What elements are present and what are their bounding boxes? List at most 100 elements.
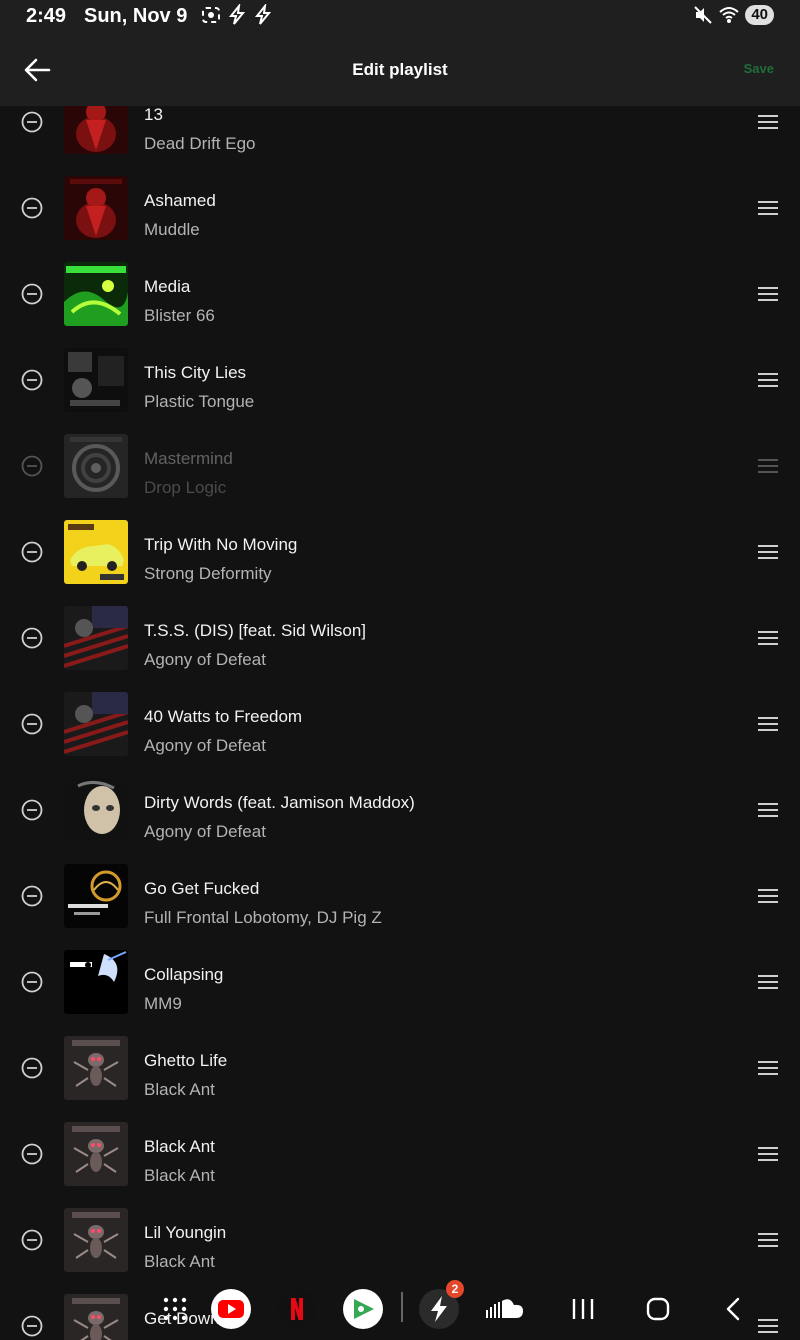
drag-handle-icon[interactable] — [758, 1146, 778, 1162]
remove-track-icon[interactable] — [21, 713, 43, 735]
netflix-icon[interactable] — [276, 1288, 318, 1330]
album-artwork — [64, 348, 128, 412]
recents-icon[interactable] — [570, 1298, 596, 1320]
app-drawer-icon[interactable] — [162, 1296, 188, 1322]
remove-track-icon[interactable] — [21, 1229, 43, 1251]
track-title: 13 — [144, 105, 163, 124]
bolt-icon — [228, 4, 246, 25]
notification-icons — [200, 4, 274, 26]
track-title: Collapsing — [144, 965, 224, 984]
spiral-icon — [64, 434, 128, 498]
youtube-icon[interactable] — [210, 1288, 252, 1330]
album-artwork — [64, 778, 128, 842]
dark-collage-icon — [64, 348, 128, 412]
track-title: Dirty Words (feat. Jamison Maddox) — [144, 793, 415, 812]
remove-track-icon[interactable] — [21, 799, 43, 821]
track-row[interactable]: T.S.S. (DIS) [feat. Sid Wilson] Agony of … — [0, 594, 800, 680]
track-title: Go Get Fucked — [144, 879, 260, 898]
remove-track-icon[interactable] — [21, 283, 43, 305]
drag-handle-icon[interactable] — [758, 802, 778, 818]
status-bar: 2:49 Sun, Nov 9 40 — [0, 0, 800, 34]
remove-track-icon[interactable] — [21, 541, 43, 563]
track-title: Black Ant — [144, 1137, 215, 1156]
track-row[interactable]: Media Blister 66 — [0, 250, 800, 336]
track-artist: Full Frontal Lobotomy, DJ Pig Z — [144, 908, 382, 927]
ant-icon — [64, 1122, 128, 1186]
drag-handle-icon[interactable] — [758, 1232, 778, 1248]
album-artwork — [64, 1036, 128, 1100]
drag-handle-icon[interactable] — [758, 372, 778, 388]
flag-icon — [64, 606, 128, 670]
play-games-icon[interactable] — [342, 1288, 384, 1330]
save-button[interactable]: Save — [744, 61, 774, 76]
track-row[interactable]: Ashamed Muddle — [0, 164, 800, 250]
nav-back-icon[interactable] — [724, 1297, 742, 1321]
yellow-car-icon — [64, 520, 128, 584]
remove-track-icon[interactable] — [21, 197, 43, 219]
track-title: Media — [144, 277, 191, 296]
track-row[interactable]: Ghetto Life Black Ant — [0, 1024, 800, 1110]
face-icon — [64, 778, 128, 842]
track-row[interactable]: Go Get Fucked Full Frontal Lobotomy, DJ P… — [0, 852, 800, 938]
album-artwork — [64, 434, 128, 498]
track-row[interactable]: 40 Watts to Freedom Agony of Defeat — [0, 680, 800, 766]
drag-handle-icon[interactable] — [758, 458, 778, 474]
status-date: Sun, Nov 9 — [84, 5, 188, 27]
soundcloud-icon[interactable] — [485, 1296, 525, 1322]
remove-track-icon[interactable] — [21, 369, 43, 391]
drag-handle-icon[interactable] — [758, 1060, 778, 1076]
track-row[interactable]: Mastermind Drop Logic — [0, 422, 800, 508]
track-artist: Strong Deformity — [144, 564, 272, 583]
divider — [401, 1292, 403, 1322]
track-row[interactable]: Trip With No Moving Strong Deformity — [0, 508, 800, 594]
drag-handle-icon[interactable] — [758, 630, 778, 646]
app-header: Edit playlist Save — [0, 34, 800, 106]
drag-handle-icon[interactable] — [758, 114, 778, 130]
remove-track-icon[interactable] — [21, 885, 43, 907]
track-artist: Drop Logic — [144, 478, 227, 497]
screenshot-icon — [202, 7, 220, 23]
track-row[interactable]: Dirty Words (feat. Jamison Maddox) Agony … — [0, 766, 800, 852]
album-artwork — [64, 520, 128, 584]
track-title: Lil Youngin — [144, 1223, 227, 1242]
drag-handle-icon[interactable] — [758, 286, 778, 302]
drag-handle-icon[interactable] — [758, 888, 778, 904]
system-status: 40 — [693, 5, 774, 25]
track-row[interactable]: Collapsing MM9 — [0, 938, 800, 1024]
album-artwork — [64, 950, 128, 1014]
track-artist: Agony of Defeat — [144, 822, 266, 841]
drag-handle-icon[interactable] — [758, 544, 778, 560]
home-icon[interactable] — [646, 1297, 670, 1321]
track-title: T.S.S. (DIS) [feat. Sid Wilson] — [144, 621, 367, 640]
remove-track-icon[interactable] — [21, 455, 43, 477]
album-artwork — [64, 1208, 128, 1272]
mm9-icon — [64, 950, 128, 1014]
battery-level: 40 — [745, 5, 774, 25]
remove-track-icon[interactable] — [21, 971, 43, 993]
remove-track-icon[interactable] — [21, 627, 43, 649]
navigation-bar: 2 — [0, 1270, 800, 1340]
track-title: Trip With No Moving — [144, 535, 298, 554]
ant-icon — [64, 1208, 128, 1272]
flag-icon — [64, 692, 128, 756]
drag-handle-icon[interactable] — [758, 200, 778, 216]
red-figure-icon — [64, 176, 128, 240]
notification-badge: 2 — [446, 1280, 464, 1298]
remove-track-icon[interactable] — [21, 1143, 43, 1165]
track-artist: Muddle — [144, 220, 200, 239]
drag-handle-icon[interactable] — [758, 716, 778, 732]
album-artwork — [64, 176, 128, 240]
track-title: Ghetto Life — [144, 1051, 228, 1070]
track-row[interactable]: This City Lies Plastic Tongue — [0, 336, 800, 422]
bolt-icon — [254, 4, 272, 25]
track-artist: Dead Drift Ego — [144, 134, 256, 153]
status-time: 2:49 — [26, 5, 67, 27]
drag-handle-icon[interactable] — [758, 974, 778, 990]
power-app-button[interactable]: 2 — [418, 1280, 464, 1330]
track-title: Ashamed — [144, 191, 216, 210]
wifi-icon — [719, 7, 739, 23]
track-row[interactable]: Black Ant Black Ant — [0, 1110, 800, 1196]
remove-track-icon[interactable] — [21, 111, 43, 133]
album-artwork — [64, 262, 128, 326]
remove-track-icon[interactable] — [21, 1057, 43, 1079]
